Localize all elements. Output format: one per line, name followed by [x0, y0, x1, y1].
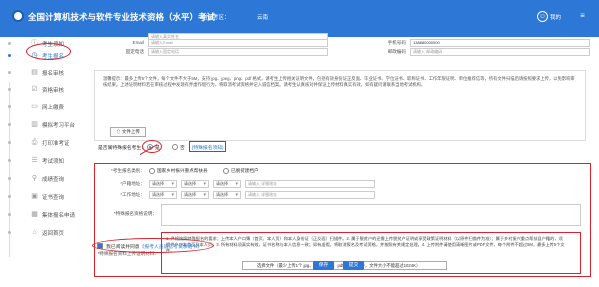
postcode-input[interactable]: 请输入 邮政编码: [410, 48, 590, 56]
work-city-select[interactable]: 请选择: [181, 191, 209, 199]
app-title: 全国计算机技术与软件专业技术资格（水平）考试: [28, 12, 216, 22]
sidebar-item-exam-notice[interactable]: ☰ 考试须知: [0, 151, 80, 170]
print-icon: ⎙: [31, 139, 38, 146]
sidebar-item-payment[interactable]: ▭ 网上缴费: [0, 97, 80, 116]
sidebar-item-label: 证书查询: [42, 195, 65, 201]
book-icon: ▥: [31, 121, 38, 128]
sidebar-item-label: 网上缴费: [42, 105, 65, 111]
file-upload-button[interactable]: ⇧ 文件上传: [110, 127, 146, 137]
bullet-icon: [8, 105, 11, 108]
email-label: Email: [132, 40, 145, 45]
phone-input[interactable]: 138880000000: [410, 39, 590, 47]
work-label: *工作地址：: [120, 192, 145, 197]
postcode-label: 邮政编码: [387, 49, 406, 54]
main-content: 请输入真实姓名 Email 请输入Email 手机号码 138880000000…: [80, 33, 599, 287]
sidebar-item-label: 打印准考证: [42, 141, 70, 147]
bullet-icon: [8, 177, 11, 180]
user-icon[interactable]: ☺: [537, 11, 548, 22]
bullet-icon: [8, 71, 11, 74]
sidebar-item-practice[interactable]: ▥ 模拟考习平台: [0, 115, 80, 134]
app-logo: [12, 10, 24, 22]
sidebar-item-home[interactable]: ⌂ 返回首页: [0, 223, 80, 242]
region-label: 当前考区：: [202, 15, 230, 21]
save-button[interactable]: 保存: [313, 261, 334, 270]
fixed-phone-label: 固定电话: [125, 49, 144, 54]
sidebar-item-label: 资格审核: [42, 88, 65, 94]
radio-no[interactable]: [172, 144, 178, 150]
payment-icon: ▭: [31, 103, 38, 110]
bullet-icon: [8, 159, 11, 162]
highlight-box-link: [189, 141, 226, 152]
choose-file-label: 选择文件（最少上传1个 jpg、jpeg、png、pdf格式的文件，文件大小不能…: [257, 263, 421, 268]
hukou-label: *户籍地址：: [120, 181, 145, 186]
menu-icon[interactable]: ≡: [577, 11, 588, 22]
home-icon: ⌂: [32, 229, 37, 236]
special-question-label: 是否属特殊报名考生：: [98, 146, 146, 151]
bullet-icon: [8, 195, 11, 198]
doc-icon: ▤: [31, 69, 38, 76]
hukou-city-select[interactable]: 请选择: [181, 180, 209, 188]
sidebar-item-label: 报名审核: [42, 71, 65, 77]
fixed-phone-input[interactable]: 请输入固定电话: [148, 48, 328, 56]
sidebar-item-print[interactable]: ⎙ 打印准考证: [0, 133, 80, 152]
phone-label: 手机号码: [387, 40, 406, 45]
special-section-highlight: *考生报名类别： 国家乡村振兴重点帮扶县 已脱贫建档户 *户籍地址： 请选择 请…: [94, 163, 591, 277]
bullet-icon: [8, 54, 11, 57]
notice-box: 温馨提示：最多上传5个文件，每个文件不大于5M，支持 jpg、jpeg、png、…: [94, 70, 586, 141]
sidebar-item-certificate[interactable]: ▣ 证书查询: [0, 187, 80, 206]
search-icon: ⚲: [31, 175, 38, 182]
highlight-circle-agree: [92, 238, 214, 253]
special-question: 是否属特殊报名考生：: [98, 144, 146, 151]
sidebar-item-label: 模拟考习平台: [42, 123, 76, 129]
radio-type-household[interactable]: [223, 168, 229, 174]
sidebar-item-label: 集体报名申请: [42, 213, 76, 219]
top-bar: 全国计算机技术与软件专业技术资格（水平）考试 当前考区： 云南 ☺ 我的 ≡: [0, 0, 599, 37]
bullet-icon: [8, 123, 11, 126]
sidebar-item-label: 考试须知: [42, 159, 65, 165]
email-input[interactable]: 请输入Email: [148, 39, 328, 47]
hukou-address-input[interactable]: 请输入 详细地址: [245, 180, 375, 188]
hukou-district-select[interactable]: 请选择: [213, 180, 241, 188]
material-box: 1. 严格按照特殊报名的要求；上传本人户口簿（首页、本人页）和本人身份证（正反面…: [161, 232, 581, 274]
sidebar-item-label: 返回首页: [42, 231, 65, 237]
highlight-ring-register: [26, 43, 71, 60]
bullet-icon: [8, 141, 11, 144]
work-province-select[interactable]: 请选择: [149, 191, 177, 199]
group-icon: ▦: [31, 211, 38, 218]
check-doc-icon: ☑: [31, 86, 38, 93]
work-district-select[interactable]: 请选择: [213, 191, 241, 199]
radio-type-county[interactable]: [149, 168, 155, 174]
sidebar: ⓘ 考生须知 ◷ 考生报名 ▤ 报名审核 ☑ 资格审核 ▭ 网上缴费 ▥ 模拟考…: [0, 37, 80, 287]
hukou-province-select[interactable]: 请选择: [149, 180, 177, 188]
work-address-input[interactable]: 请输入 详细地址: [245, 191, 375, 199]
proof-label: *特殊报名资格说明：: [113, 211, 157, 216]
list-icon: ☰: [31, 157, 38, 164]
sidebar-item-label: 成绩查询: [42, 177, 65, 183]
bullet-icon: [8, 213, 11, 216]
username[interactable]: 我的: [550, 13, 561, 21]
radio-type-household-label: 已脱贫建档户: [231, 168, 259, 173]
material-note: 1. 严格按照特殊报名的要求；上传本人户口簿（首页、本人页）和本人身份证（正反面…: [166, 236, 565, 253]
notice-text: 温馨提示：最多上传5个文件，每个文件不大于5M，支持 jpg、jpeg、png、…: [103, 76, 575, 88]
proof-textarea[interactable]: [161, 204, 581, 226]
submit-button[interactable]: 提交: [343, 261, 364, 270]
sidebar-item-group[interactable]: ▦ 集体报名申请: [0, 205, 80, 224]
bullet-icon: [8, 88, 11, 91]
certificate-icon: ▣: [31, 193, 38, 200]
radio-no-label: 否: [180, 146, 185, 151]
bullet-icon: [8, 231, 11, 234]
sidebar-item-score[interactable]: ⚲ 成绩查询: [0, 169, 80, 188]
radio-type-county-label: 国家乡村振兴重点帮扶县: [157, 168, 208, 173]
upload-button-label: 文件上传: [121, 129, 140, 134]
type-label: *考生报名类别：: [111, 168, 145, 173]
bullet-icon: [8, 42, 11, 45]
region-value[interactable]: 云南: [257, 13, 268, 21]
